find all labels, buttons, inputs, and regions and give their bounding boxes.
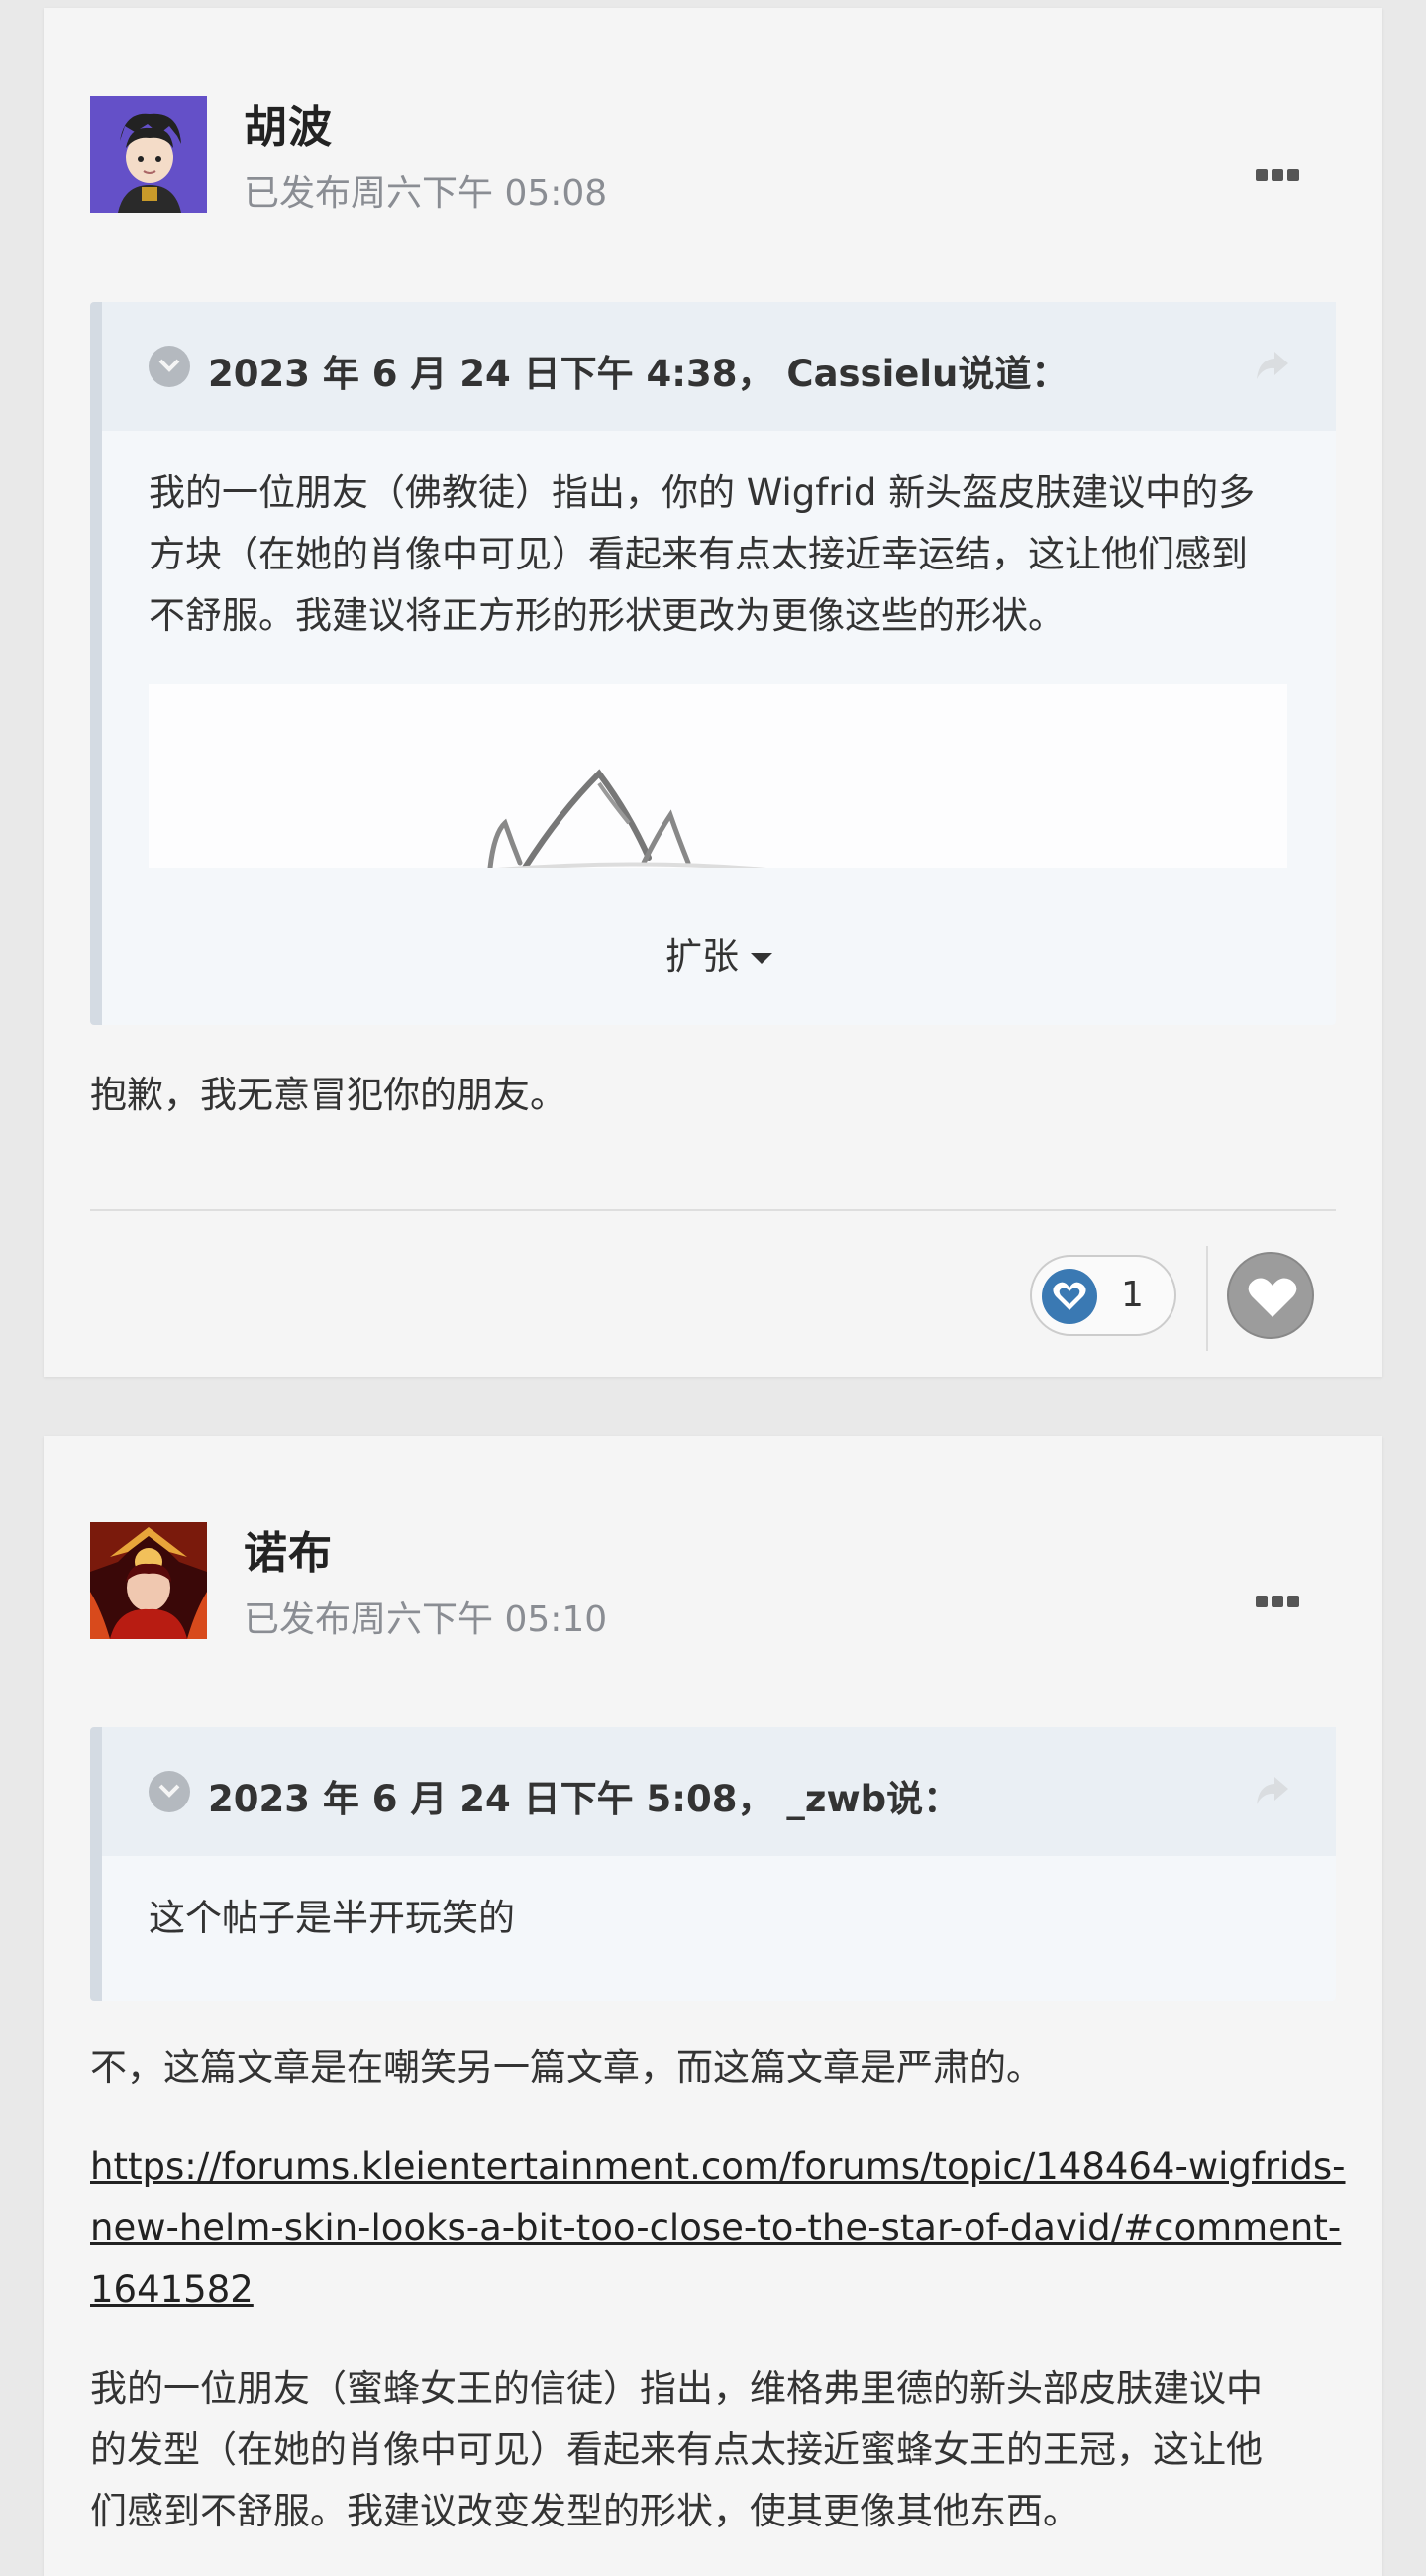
post-timestamp[interactable]: 已发布周六下午 05:10 bbox=[244, 1591, 607, 1642]
heart-icon bbox=[1248, 1278, 1297, 1317]
caret-down-icon bbox=[751, 953, 772, 964]
chevron-down-circle-icon[interactable] bbox=[149, 1771, 190, 1812]
quote-citation[interactable]: 2023 年 6 月 24 日下午 5:08， _zwb说： bbox=[208, 1769, 960, 1822]
body-line: 我的一位朋友（蜜蜂女王的信徒）指出，维格弗里德的新头部皮肤建议中 bbox=[90, 2367, 1263, 2410]
ellipsis-icon[interactable] bbox=[1256, 1593, 1305, 1612]
author-name[interactable]: 胡波 bbox=[244, 91, 333, 155]
author-name[interactable]: 诺布 bbox=[244, 1517, 333, 1581]
quote-block: 2023 年 6 月 24 日下午 4:38， Cassielu说道： 我的一位… bbox=[90, 302, 1336, 1025]
quote-line: 这个帖子是半开玩笑的 bbox=[149, 1897, 515, 1939]
expand-button[interactable]: 扩张 bbox=[102, 926, 1336, 987]
link-line[interactable]: new-helm-skin-looks-a-bit-too-close-to-t… bbox=[90, 2198, 1348, 2259]
quote-citation[interactable]: 2023 年 6 月 24 日下午 4:38， Cassielu说道： bbox=[208, 344, 1068, 397]
reaction-count: 1 bbox=[1121, 1275, 1144, 1315]
ellipsis-icon[interactable] bbox=[1256, 166, 1305, 186]
body-line: 们感到不舒服。我建议改变发型的形状，使其更像其他东西。 bbox=[90, 2490, 1079, 2532]
quote-header: 2023 年 6 月 24 日下午 4:38， Cassielu说道： bbox=[102, 302, 1336, 431]
post-body: 不，这篇文章是在嘲笑另一篇文章，而这篇文章是严肃的。 bbox=[90, 2046, 1043, 2089]
divider bbox=[90, 1209, 1336, 1211]
post-timestamp[interactable]: 已发布周六下午 05:08 bbox=[244, 164, 607, 216]
link-line[interactable]: 1641582 bbox=[90, 2259, 254, 2320]
quote-body: 我的一位朋友（佛教徒）指出，你的 Wigfrid 新头盔皮肤建议中的多 方块（在… bbox=[102, 431, 1336, 978]
heart-icon bbox=[1042, 1269, 1097, 1324]
share-arrow-icon[interactable] bbox=[1253, 1773, 1292, 1812]
quoted-image bbox=[149, 684, 1287, 868]
quote-line: 不舒服。我建议将正方形的形状更改为更像这些的形状。 bbox=[149, 594, 1065, 637]
chevron-down-circle-icon[interactable] bbox=[149, 346, 190, 387]
share-arrow-icon[interactable] bbox=[1253, 348, 1292, 387]
reaction-summary[interactable]: 1 bbox=[1030, 1255, 1176, 1336]
react-button[interactable] bbox=[1227, 1252, 1314, 1339]
avatar[interactable] bbox=[90, 1522, 207, 1639]
post-link[interactable]: https://forums.kleientertainment.com/for… bbox=[90, 2136, 1348, 2320]
quote-line: 我的一位朋友（佛教徒）指出，你的 Wigfrid 新头盔皮肤建议中的多 bbox=[149, 471, 1256, 514]
avatar[interactable] bbox=[90, 96, 207, 213]
quote-block: 2023 年 6 月 24 日下午 5:08， _zwb说： 这个帖子是半开玩笑… bbox=[90, 1727, 1336, 2001]
post-card: 诺布 已发布周六下午 05:10 2023 年 6 月 24 日下午 5:08，… bbox=[44, 1436, 1382, 2576]
expand-label: 扩张 bbox=[665, 935, 739, 978]
body-line: 的发型（在她的肖像中可见）看起来有点太接近蜜蜂女王的王冠，这让他 bbox=[90, 2428, 1263, 2471]
post-body: 抱歉，我无意冒犯你的朋友。 bbox=[90, 1074, 566, 1116]
link-line[interactable]: https://forums.kleientertainment.com/for… bbox=[90, 2136, 1348, 2198]
quote-header: 2023 年 6 月 24 日下午 5:08， _zwb说： bbox=[102, 1727, 1336, 1856]
divider bbox=[1206, 1246, 1208, 1351]
post-card: 胡波 已发布周六下午 05:08 2023 年 6 月 24 日下午 4:38，… bbox=[44, 8, 1382, 1377]
quote-body: 这个帖子是半开玩笑的 bbox=[102, 1856, 1336, 1949]
post-body: 我的一位朋友（蜜蜂女王的信徒）指出，维格弗里德的新头部皮肤建议中 的发型（在她的… bbox=[90, 2358, 1348, 2542]
quote-line: 方块（在她的肖像中可见）看起来有点太接近幸运结，这让他们感到 bbox=[149, 533, 1248, 575]
